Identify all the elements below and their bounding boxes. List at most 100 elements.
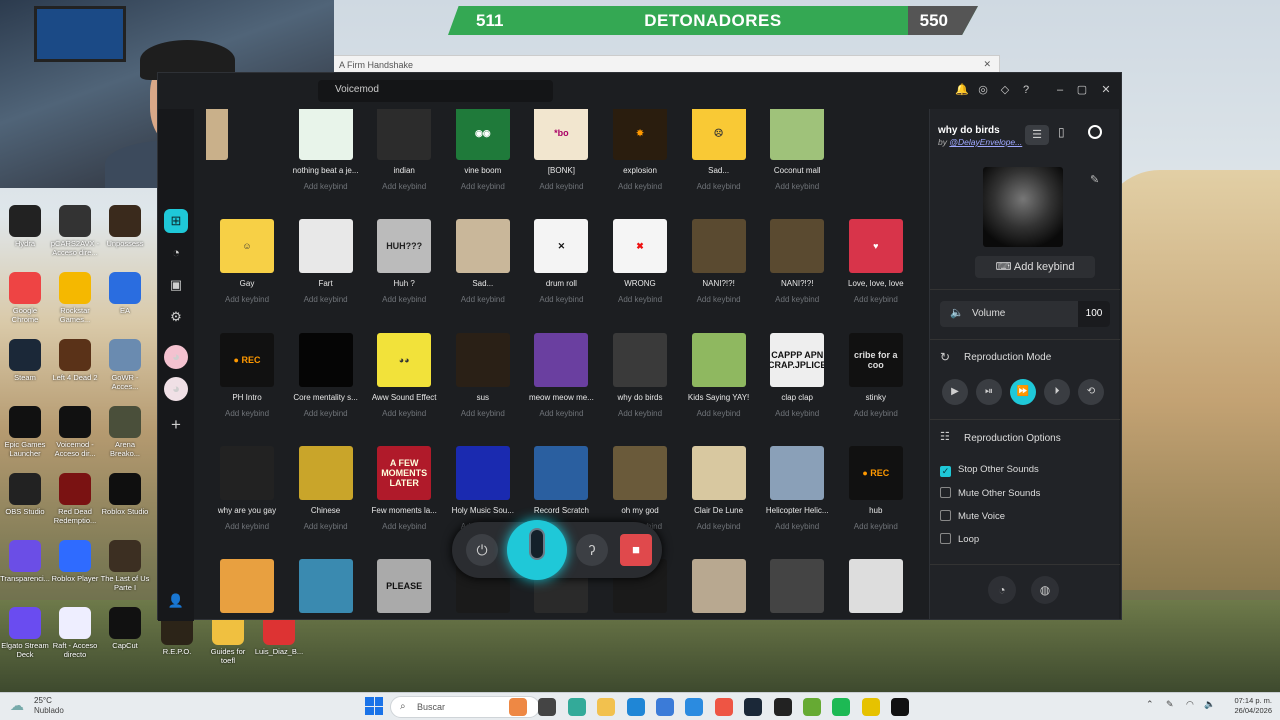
add-keybind-link[interactable]: Add keybind <box>207 409 287 418</box>
sound-tile[interactable]: Chinese Add keybind <box>286 445 366 531</box>
close-icon[interactable]: ✕ <box>983 59 991 70</box>
desktop-icon[interactable]: Guides for toefl <box>203 613 253 665</box>
hear-myself-icon[interactable]: ʔ <box>576 534 608 566</box>
desktop-icon[interactable]: Google Chrome <box>0 272 50 324</box>
sound-tile[interactable]: ◕◕ Aww Sound Effect Add keybind <box>364 332 444 418</box>
add-keybind-link[interactable]: Add keybind <box>757 182 837 191</box>
power-icon[interactable]: ⏻ <box>466 534 498 566</box>
edit-icon[interactable]: ✎ <box>1090 173 1099 186</box>
discord-app-icon[interactable] <box>509 698 527 716</box>
soundboard-icon[interactable]: ⊞ <box>164 209 188 233</box>
close-icon[interactable]: ✕ <box>1099 83 1113 97</box>
sound-tile[interactable]: PLEASE <box>364 559 444 619</box>
author-link[interactable]: @DelayEnvelope... <box>949 137 1022 147</box>
add-keybind-link[interactable]: Add keybind <box>286 295 366 304</box>
add-keybind-link[interactable]: Add keybind <box>443 409 523 418</box>
desktop-icon[interactable]: GoWR - Acces... <box>100 339 150 391</box>
voice-icon[interactable]: ◔ <box>988 576 1016 604</box>
sound-tile[interactable]: ☺ Gay Add keybind <box>207 219 287 304</box>
add-keybind-link[interactable]: Add keybind <box>600 409 680 418</box>
desktop-icon[interactable]: Transparenci... <box>0 540 50 583</box>
desktop-icon[interactable]: Roblox Studio <box>100 473 150 516</box>
add-keybind-link[interactable]: Add keybind <box>757 522 837 531</box>
add-keybind-link[interactable]: Add keybind <box>443 295 523 304</box>
sound-tile[interactable]: ● REC PH Intro Add keybind <box>207 332 287 418</box>
reproduction-option[interactable]: ✓ Stop Other Sounds <box>940 464 1039 477</box>
sound-tile[interactable]: Sad... Add keybind <box>443 219 523 304</box>
add-keybind-link[interactable]: Add keybind <box>600 295 680 304</box>
reproduction-option[interactable]: Mute Other Sounds <box>940 487 1040 499</box>
add-keybind-link[interactable]: Add keybind <box>207 522 287 531</box>
sound-tile[interactable]: meow meow me... Add keybind <box>521 332 601 418</box>
terminal-icon[interactable] <box>891 698 910 716</box>
sound-tile[interactable]: ✸ explosion Add keybind <box>600 109 680 191</box>
sound-tile[interactable] <box>679 559 759 619</box>
play-pause-icon[interactable]: ⏯ <box>976 379 1002 405</box>
desktop-icon[interactable]: Epic Games Launcher <box>0 406 50 458</box>
volume-icon[interactable]: 🔈 <box>1204 699 1215 710</box>
wifi-icon[interactable]: ◠ <box>1186 699 1194 710</box>
file-explorer-icon[interactable] <box>597 698 616 716</box>
user-icon[interactable]: 👤 <box>164 589 188 613</box>
desktop-icon[interactable]: Arena Breako... <box>100 406 150 458</box>
sound-tile[interactable] <box>836 559 916 619</box>
desktop-icon[interactable]: OBS Studio <box>0 473 50 516</box>
sound-tile[interactable]: ☹ Sad... Add keybind <box>679 109 759 191</box>
task-view-icon[interactable] <box>538 698 557 716</box>
play-restart-icon[interactable]: ▶ <box>942 379 968 405</box>
sound-tile[interactable] <box>206 109 241 160</box>
sound-tile[interactable]: NANI?!?! Add keybind <box>679 219 759 304</box>
chevron-up-icon[interactable]: ⌃ <box>1146 699 1154 710</box>
pen-icon[interactable]: ✎ <box>1166 699 1174 710</box>
whatsapp-icon[interactable] <box>567 698 586 716</box>
desktop-icon[interactable]: Elgato Stream Deck <box>0 607 50 659</box>
checkbox[interactable] <box>940 487 951 498</box>
voicemod-app-icon[interactable] <box>803 698 821 716</box>
loop-icon[interactable]: ⟲ <box>1078 379 1104 405</box>
desktop-icon[interactable]: Voicemod - Acceso dir... <box>50 406 100 458</box>
sound-tile[interactable]: HUH??? Huh ? Add keybind <box>364 219 444 304</box>
sound-tile[interactable]: ♥ Love, love, love Add keybind <box>836 219 916 304</box>
add-keybind-link[interactable]: Add keybind <box>679 295 759 304</box>
add-keybind-button[interactable]: ⌨ Add keybind <box>975 256 1095 278</box>
add-keybind-link[interactable]: Add keybind <box>836 409 916 418</box>
sound-tile[interactable]: Kids Saying YAY! Add keybind <box>679 332 759 418</box>
sound-tile[interactable]: nothing beat a je... Add keybind <box>286 109 366 191</box>
add-keybind-link[interactable]: Add keybind <box>836 522 916 531</box>
desktop-icon[interactable]: Hydra <box>0 205 50 248</box>
sound-tile[interactable]: A FEW MOMENTS LATER Few moments la... Add … <box>364 445 444 531</box>
add-keybind-link[interactable]: Add keybind <box>521 409 601 418</box>
add-keybind-link[interactable]: Add keybind <box>286 409 366 418</box>
sound-tile[interactable]: sus Add keybind <box>443 332 523 418</box>
sound-tile[interactable]: Core mentality s... Add keybind <box>286 332 366 418</box>
add-keybind-link[interactable]: Add keybind <box>443 182 523 191</box>
sound-tile[interactable]: *bo [BONK] Add keybind <box>521 109 601 191</box>
add-keybind-link[interactable]: Add keybind <box>679 182 759 191</box>
help-icon[interactable]: ? <box>1019 83 1033 97</box>
weather-description[interactable]: Nublado <box>34 706 64 715</box>
checkbox[interactable]: ✓ <box>940 466 951 477</box>
store-icon[interactable] <box>685 698 704 716</box>
desktop-icon[interactable]: Roblox Player <box>50 540 100 583</box>
sound-tile[interactable]: Coconut mall Add keybind <box>757 109 837 191</box>
sound-tile[interactable]: ◉◉ vine boom Add keybind <box>443 109 523 191</box>
chrome-icon[interactable] <box>714 698 733 716</box>
sound-tile[interactable]: Holy Music Sou...Add keybind <box>443 445 523 531</box>
add-keybind-link[interactable]: Add keybind <box>364 182 444 191</box>
desktop-icon[interactable]: The Last of Us Parte I <box>100 540 150 592</box>
add-keybind-link[interactable]: Add keybind <box>679 522 759 531</box>
add-keybind-link[interactable]: Add keybind <box>521 182 601 191</box>
sound-tile[interactable] <box>757 559 837 619</box>
sound-tile[interactable] <box>286 559 366 619</box>
maximize-icon[interactable]: ▢ <box>1075 83 1089 97</box>
reproduction-option[interactable]: Mute Voice <box>940 510 1005 522</box>
weather-temperature[interactable]: 25°C <box>34 696 52 705</box>
discord-icon[interactable]: ◎ <box>976 83 990 97</box>
bell-icon[interactable]: 🔔 <box>955 83 969 97</box>
profile-avatar-2[interactable]: ◕ <box>164 377 188 401</box>
add-icon[interactable]: + <box>164 413 188 437</box>
add-keybind-link[interactable]: Add keybind <box>207 295 287 304</box>
add-keybind-link[interactable]: Add keybind <box>286 182 366 191</box>
sound-tile[interactable]: cribe for a coo stinky Add keybind <box>836 332 916 418</box>
edge-icon[interactable] <box>626 698 645 716</box>
